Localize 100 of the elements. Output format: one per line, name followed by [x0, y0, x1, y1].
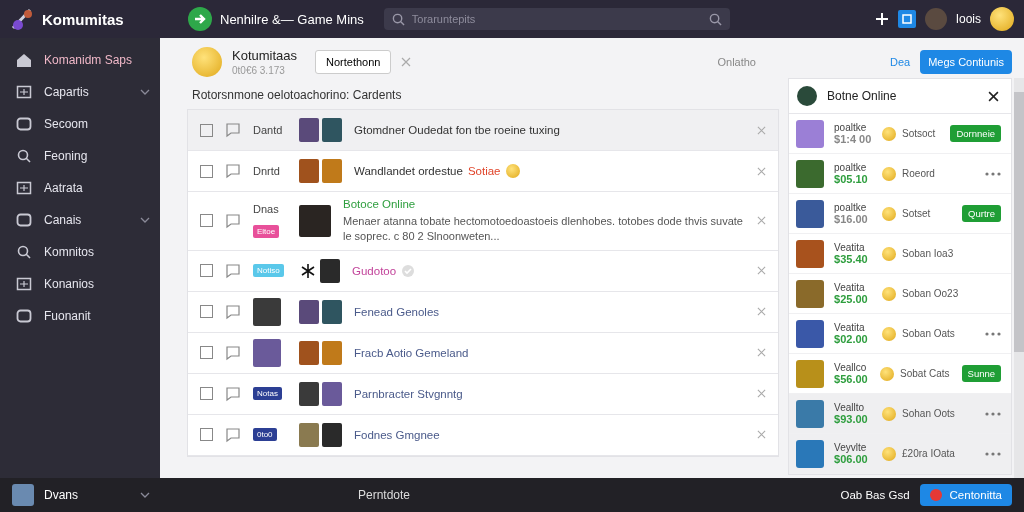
price: $02.00: [834, 333, 869, 345]
comment-icon[interactable]: [225, 163, 241, 179]
game-name: poaltke: [834, 122, 868, 133]
game-item[interactable]: Veatita $02.00 Soban Oats: [789, 314, 1012, 354]
coin-icon[interactable]: [990, 7, 1014, 31]
row-title[interactable]: Botoce Online: [343, 198, 416, 210]
coin-icon: [505, 164, 520, 178]
list-row[interactable]: 0to0 Fodnes Gmgnee: [188, 414, 779, 456]
game-item[interactable]: poaltke $16.00 Sotset Qurtre: [789, 194, 1012, 234]
photo-placeholder: [796, 439, 825, 468]
menu-item-icon: [16, 212, 32, 228]
search-field[interactable]: Toraruntepits: [383, 8, 730, 30]
checkbox[interactable]: [200, 214, 213, 228]
coin-icon: [882, 126, 897, 141]
coin-label: Sotsoct: [902, 128, 936, 139]
coin-label: Roeord: [902, 168, 935, 179]
checkbox[interactable]: [200, 264, 213, 278]
photo-placeholder: [796, 359, 825, 388]
checkbox[interactable]: [200, 123, 213, 137]
list-row[interactable]: Dnas Eltoe Botoce Online Menaer atanna tobate hectomotoedoastoeis dlenhobes. totobes dode thvis suvate le soprec. c 80 2 Slnoonweten...: [188, 192, 779, 251]
sidebar-item[interactable]: Capartis: [0, 76, 160, 108]
more-icon[interactable]: [985, 331, 1002, 336]
game-item[interactable]: poaltke $05.10 Roeord: [789, 154, 1012, 194]
list-row[interactable]: Notiso Gudotoo: [188, 250, 779, 292]
more-icon[interactable]: [985, 171, 1002, 176]
action-button[interactable]: Qurtre: [962, 205, 1002, 222]
outline-button[interactable]: Nortethonn: [315, 50, 392, 74]
sidebar-item[interactable]: Feoning: [0, 140, 160, 172]
photo-placeholder: [796, 119, 825, 148]
page-title: Nenhilre &— Game Mins: [220, 11, 364, 27]
row-label: Dnrtd: [253, 165, 280, 177]
scrollbar[interactable]: [1014, 78, 1024, 478]
row-title[interactable]: Fodnes Gmgnee: [354, 428, 440, 441]
search-icon: [391, 13, 405, 26]
plus-icon[interactable]: [874, 12, 889, 26]
sidebar-item[interactable]: Secoom: [0, 108, 160, 140]
sidebar-item[interactable]: Aatrata: [0, 172, 160, 204]
action-button[interactable]: Centonitta: [919, 484, 1012, 506]
row-title[interactable]: Fracb Aotio Gemeland: [354, 346, 469, 359]
more-icon[interactable]: [985, 411, 1002, 416]
coin-label: Soban Ioa3: [902, 248, 954, 259]
checkbox[interactable]: [200, 164, 213, 178]
menu-item-icon: [16, 244, 32, 260]
sidebar-item[interactable]: Fuonanit: [0, 300, 160, 332]
row-title[interactable]: Fenead Genoles: [354, 305, 440, 318]
checkbox[interactable]: [200, 428, 213, 442]
action-button[interactable]: Dornneie: [950, 125, 1002, 142]
game-name: poaltke: [834, 162, 868, 173]
sidebar-item[interactable]: Komanidm Saps: [0, 44, 160, 76]
menu-item-icon: [16, 276, 32, 292]
sidebar-item[interactable]: Konanios: [0, 268, 160, 300]
checkbox[interactable]: [200, 346, 213, 360]
row-title[interactable]: Gtomdner Oudedat fon tbe roeine tuxing: [354, 124, 560, 136]
sidebar-item[interactable]: Komnitos: [0, 236, 160, 268]
panel-title: Botne Online: [827, 89, 898, 103]
photo-placeholder: [299, 299, 319, 324]
user-name[interactable]: Ioois: [955, 12, 981, 26]
sidebar-item[interactable]: Canais: [0, 204, 160, 236]
primary-button[interactable]: Megs Contiunis: [920, 50, 1012, 74]
menu-item-icon: [16, 116, 32, 132]
game-item[interactable]: Veatita $25.00 Soban Oo23: [789, 274, 1012, 314]
avatar: [797, 86, 818, 106]
comment-icon[interactable]: [225, 344, 241, 361]
community-name: Kotumitaas: [232, 48, 298, 63]
user-name[interactable]: Dvans: [44, 488, 130, 502]
game-item[interactable]: Veatita $35.40 Soban Ioa3: [789, 234, 1012, 274]
comment-icon[interactable]: [225, 385, 241, 402]
close-icon[interactable]: [988, 90, 1000, 102]
comment-icon[interactable]: [225, 303, 241, 320]
more-icon[interactable]: [985, 451, 1002, 456]
photo-placeholder: [299, 118, 319, 142]
avatar[interactable]: [924, 8, 947, 30]
comment-icon[interactable]: [225, 122, 241, 138]
row-title[interactable]: Gudotoo: [352, 264, 397, 277]
game-item[interactable]: Veallto $93.00 Sohan Oots: [789, 394, 1012, 434]
coin-label: Soban Oo23: [902, 288, 959, 299]
game-item[interactable]: poaltke $1:4 00 Sotsoct Dornneie: [789, 114, 1012, 154]
list-row[interactable]: Dnrtd Wandlandet ordestue Sotiae: [188, 151, 779, 192]
chevron-icon[interactable]: [140, 492, 150, 498]
checkbox[interactable]: [200, 387, 213, 401]
list-row[interactable]: Notas Parnbracter Stvgnntg: [188, 373, 779, 415]
menu-item-icon: [16, 84, 32, 100]
coin-label: Sobat Cats: [900, 368, 950, 379]
game-item[interactable]: Veyvlte $06.00 £20ra IOata: [789, 434, 1012, 474]
comment-icon[interactable]: [225, 262, 241, 279]
coin-icon: [882, 206, 897, 221]
row-title[interactable]: Wandlandet ordestue: [354, 165, 463, 177]
search-icon[interactable]: [708, 13, 722, 26]
list-row[interactable]: Fracb Aotio Gemeland: [188, 332, 779, 374]
comment-icon[interactable]: [225, 426, 241, 443]
status-text: Onlatho: [717, 56, 756, 68]
brand-name: Komumitas: [42, 10, 124, 28]
coin-icon: [192, 47, 222, 77]
action-button[interactable]: Sunne: [961, 365, 1002, 382]
list-row[interactable]: Fenead Genoles: [188, 291, 779, 333]
photo-placeholder: [12, 484, 34, 506]
list-row[interactable]: Dantd Gtomdner Oudedat fon tbe roeine tuxing: [188, 110, 779, 151]
comment-icon[interactable]: [225, 212, 241, 229]
checkbox[interactable]: [200, 305, 213, 319]
row-title[interactable]: Parnbracter Stvgnntg: [354, 387, 463, 400]
